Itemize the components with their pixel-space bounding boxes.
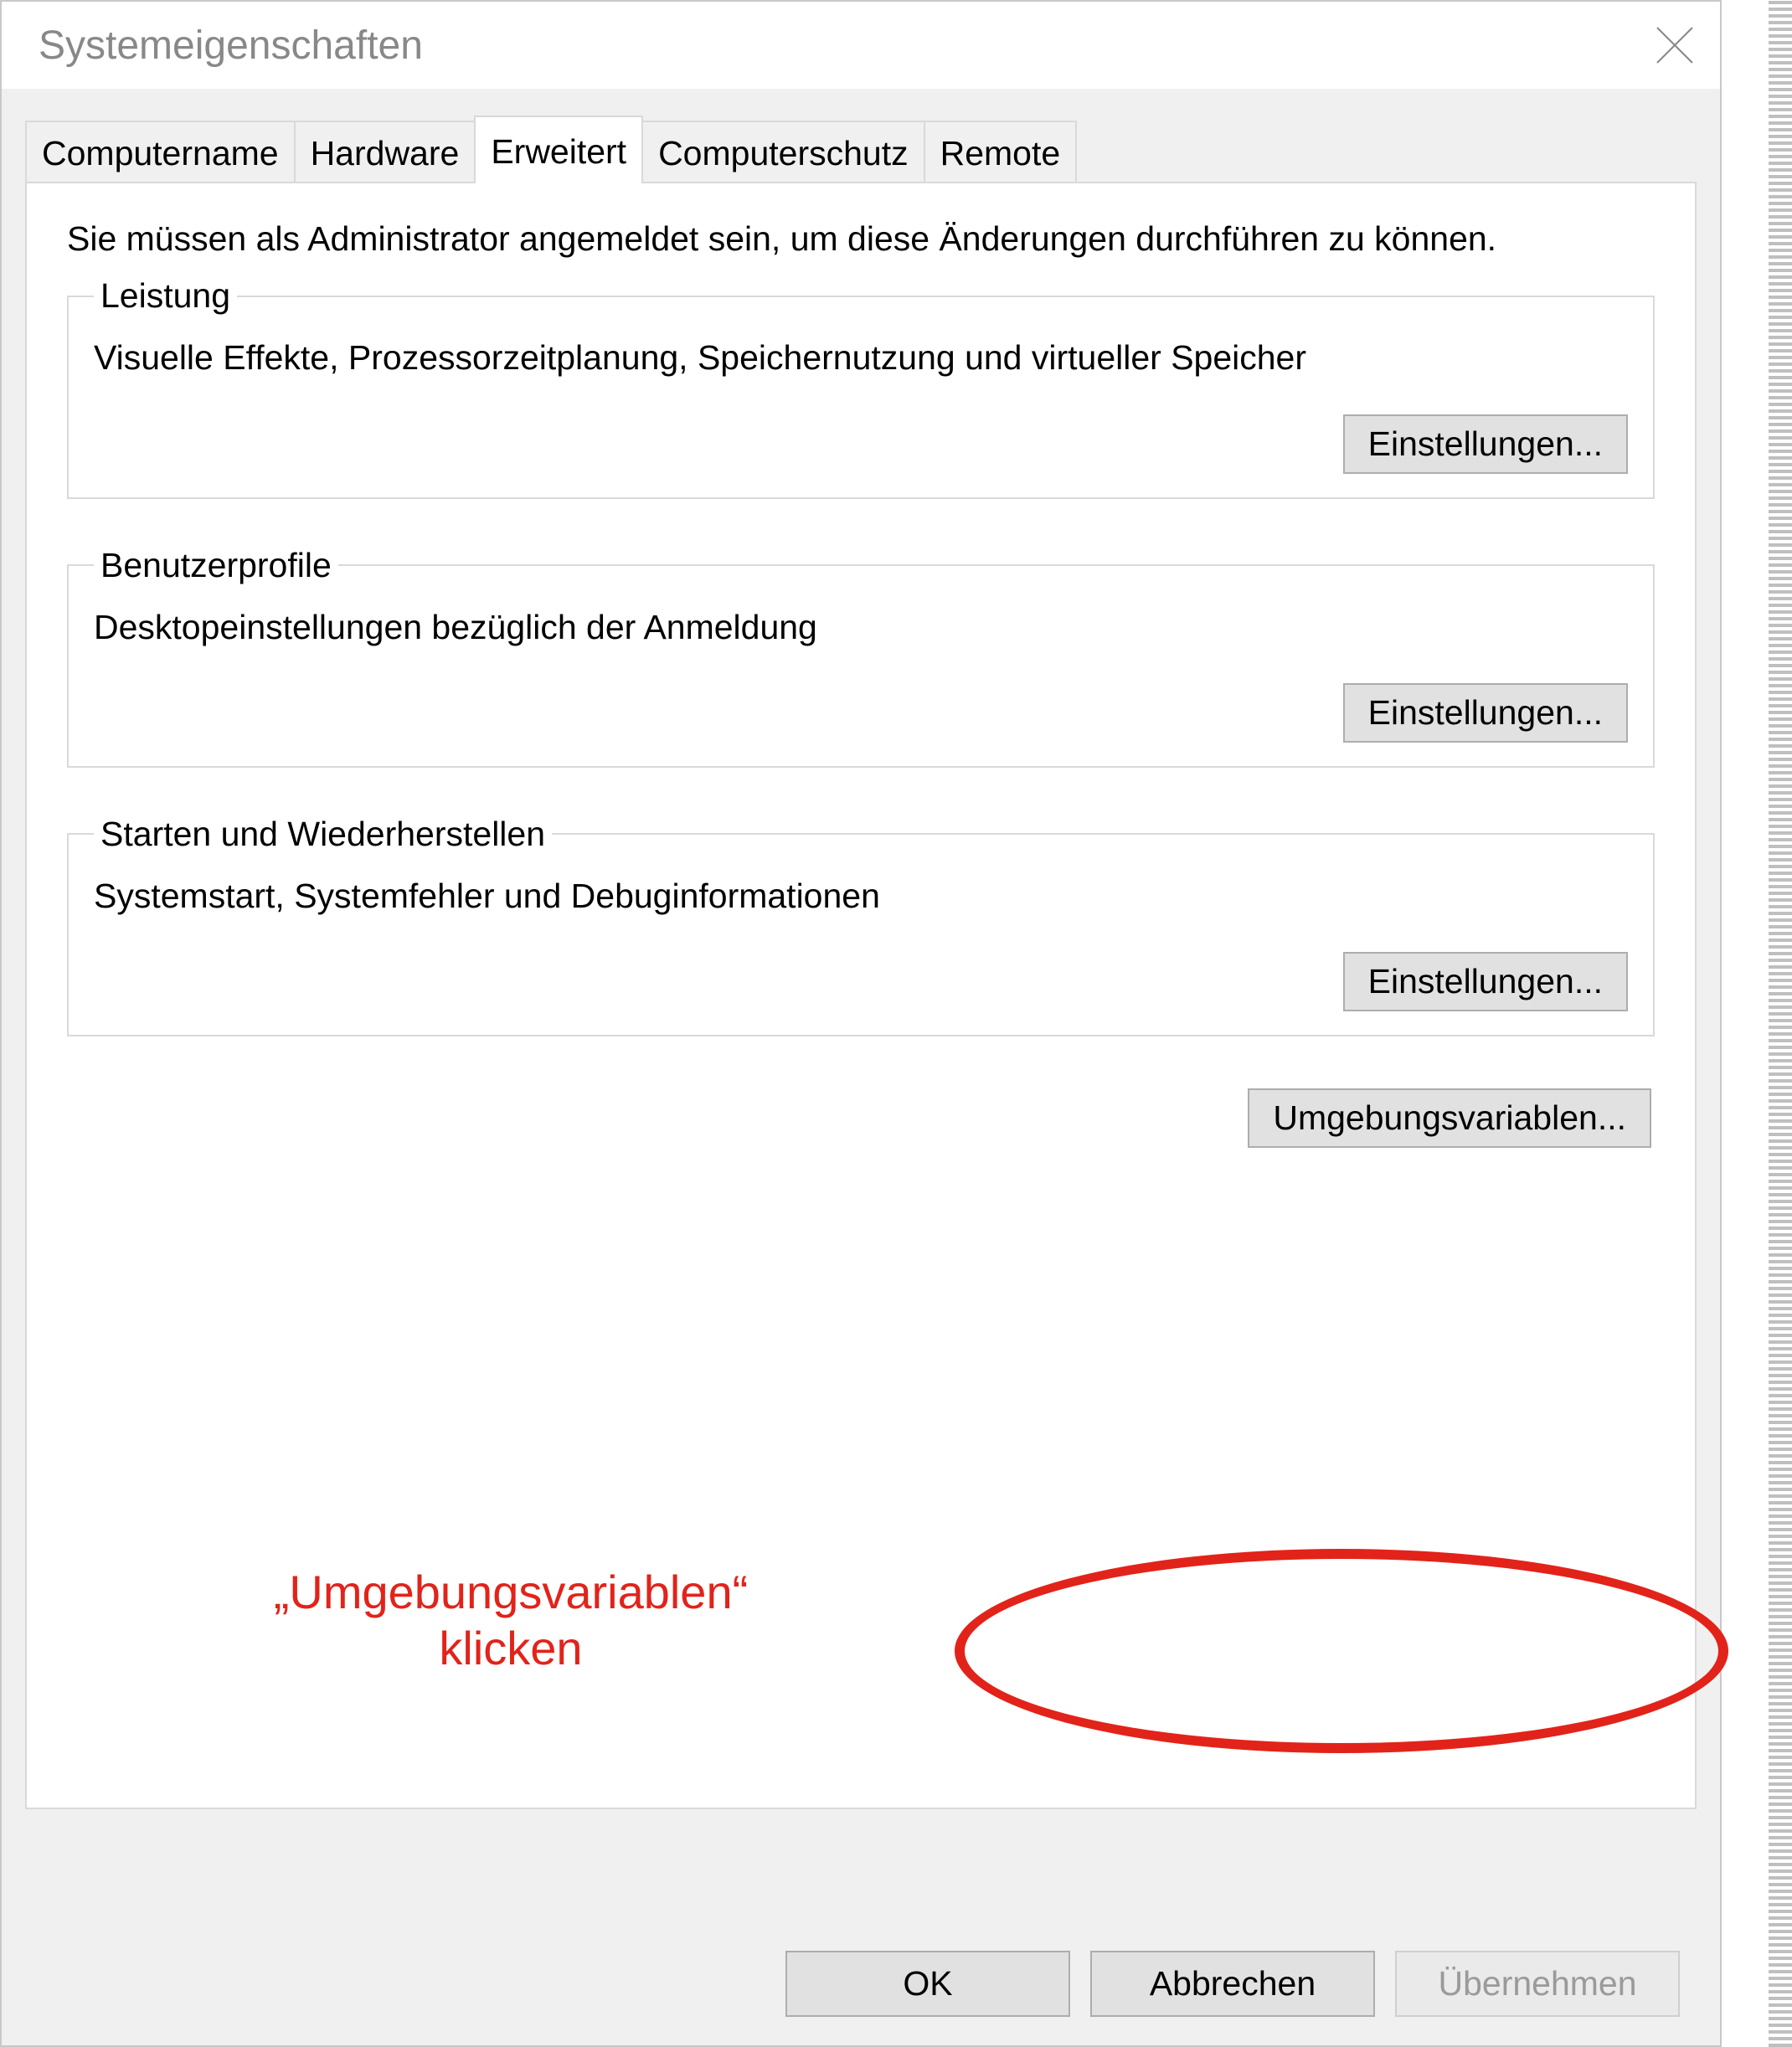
window-body: Computername Hardware Erweitert Computer… bbox=[2, 89, 1720, 1809]
tab-remote[interactable]: Remote bbox=[924, 121, 1078, 182]
tab-panel-erweitert: Sie müssen als Administrator angemeldet … bbox=[25, 182, 1697, 1809]
apply-button[interactable]: Übernehmen bbox=[1395, 1951, 1680, 2017]
tabstrip: Computername Hardware Erweitert Computer… bbox=[25, 114, 1697, 182]
window-title: Systemeigenschaften bbox=[39, 23, 423, 69]
close-button[interactable] bbox=[1633, 3, 1717, 87]
dialog-buttons: OK Abbrechen Übernehmen bbox=[785, 1951, 1680, 2017]
group-leistung-legend: Leistung bbox=[94, 276, 237, 316]
tab-computerschutz[interactable]: Computerschutz bbox=[641, 121, 925, 182]
admin-note: Sie müssen als Administrator angemeldet … bbox=[67, 217, 1655, 261]
tab-hardware[interactable]: Hardware bbox=[294, 121, 476, 182]
leistung-settings-button[interactable]: Einstellungen... bbox=[1343, 414, 1628, 474]
group-starten-desc: Systemstart, Systemfehler und Debuginfor… bbox=[94, 874, 1628, 918]
group-starten: Starten und Wiederherstellen Systemstart… bbox=[67, 815, 1655, 1036]
group-leistung: Leistung Visuelle Effekte, Prozessorzeit… bbox=[67, 276, 1655, 498]
close-icon bbox=[1656, 26, 1694, 64]
group-benutzerprofile: Benutzerprofile Desktopeinstellungen bez… bbox=[67, 546, 1655, 768]
titlebar: Systemeigenschaften bbox=[2, 2, 1720, 89]
group-starten-legend: Starten und Wiederherstellen bbox=[94, 815, 552, 854]
group-benutzer-legend: Benutzerprofile bbox=[94, 546, 338, 585]
starten-settings-button[interactable]: Einstellungen... bbox=[1343, 952, 1628, 1011]
ok-button[interactable]: OK bbox=[785, 1951, 1070, 2017]
cancel-button[interactable]: Abbrechen bbox=[1090, 1951, 1375, 2017]
window-shadow bbox=[1769, 0, 1792, 2047]
tab-computername[interactable]: Computername bbox=[25, 121, 296, 182]
environment-variables-button[interactable]: Umgebungsvariablen... bbox=[1248, 1088, 1651, 1148]
envvar-row: Umgebungsvariablen... bbox=[67, 1083, 1655, 1155]
tab-erweitert[interactable]: Erweitert bbox=[474, 116, 643, 183]
system-properties-window: Systemeigenschaften Computername Hardwar… bbox=[0, 0, 1722, 2047]
group-benutzer-desc: Desktopeinstellungen bezüglich der Anmel… bbox=[94, 605, 1628, 650]
group-leistung-desc: Visuelle Effekte, Prozessorzeitplanung, … bbox=[94, 336, 1628, 380]
benutzer-settings-button[interactable]: Einstellungen... bbox=[1343, 683, 1628, 743]
